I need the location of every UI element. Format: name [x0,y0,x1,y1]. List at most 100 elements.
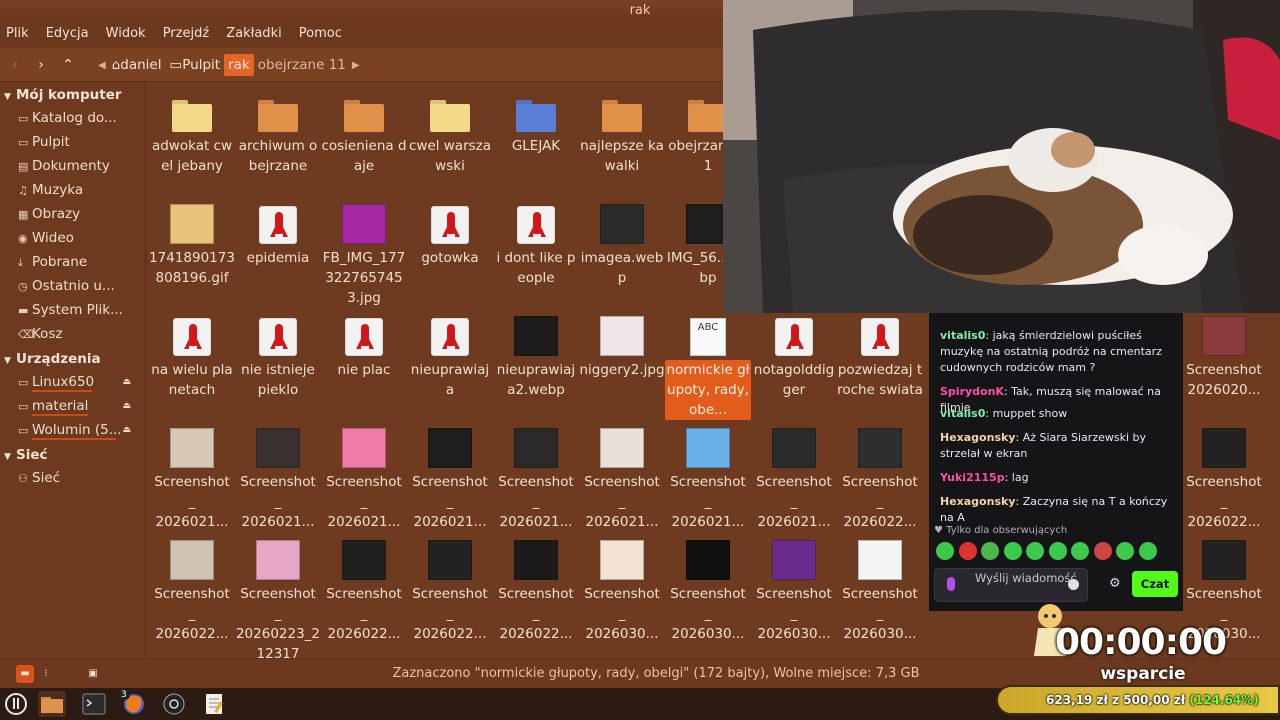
menu-plik[interactable]: Plik [0,22,35,41]
text-editor-icon[interactable] [200,691,228,717]
file-item[interactable]: epidemia [235,200,321,268]
screenshot-file-item[interactable]: Screenshot _ 2026030... [665,536,751,644]
emote-icon[interactable] [1116,542,1134,560]
file-item[interactable]: ABC normickie głupoty, rady, obe... [665,312,751,420]
breadcrumb-right-arrow-icon[interactable]: ▶ [350,60,362,71]
screenshot-file-item[interactable]: Screenshot _ 2026021... [665,424,751,532]
file-item[interactable]: imagea.webp [579,200,665,288]
emote-icon[interactable] [1026,542,1044,560]
screenshot-file-item[interactable]: Screenshot _ 2026021... [493,424,579,532]
emote-icon[interactable] [1071,542,1089,560]
screenshot-file-item[interactable]: Screenshot _ 2026030... [579,536,665,644]
file-item[interactable]: Screenshot 2026020... [1181,312,1267,400]
chat-username[interactable]: vitalis0 [940,407,985,420]
emote-icon[interactable] [1003,542,1022,560]
file-item[interactable]: 1741890173808196.gif [149,200,235,288]
breadcrumb-left-arrow-icon[interactable]: ◀ [96,60,108,71]
sidebar-item[interactable]: ◉ Wideo [0,226,145,250]
file-item[interactable]: nieuprawiaja2.webp [493,312,579,400]
screenshot-file-item[interactable]: Screenshot _ 2026030... [751,536,837,644]
file-item[interactable]: nie istnieje pieklo [235,312,321,400]
breadcrumb-rak[interactable]: rak [224,54,254,76]
files-app-icon[interactable] [38,691,66,717]
sidebar-item[interactable]: ▭ Katalog do... [0,106,145,130]
sidebar-header-devices[interactable]: ▼ Urządzenia [0,346,145,370]
emote-icon[interactable] [1138,542,1157,560]
file-item[interactable]: nie plac [321,312,407,380]
eject-icon[interactable]: ⏏ [122,370,131,394]
emote-icon[interactable] [958,542,977,560]
sidebar-item[interactable]: ♫ Muzyka [0,178,145,202]
folder-item[interactable]: cwel warszawski [407,88,493,176]
chat-username[interactable]: Hexagonsky [940,431,1015,444]
microphone-icon[interactable] [947,577,955,591]
chat-input[interactable]: Wyślij wiadomość [934,568,1088,602]
emote-icon[interactable] [936,542,954,560]
screenshot-file-item[interactable]: Screenshot _ 2026022... [837,424,923,532]
menu-edycja[interactable]: Edycja [40,22,95,41]
sidebar-item[interactable]: ⌫Kosz [0,322,145,346]
emoji-icon[interactable] [1068,579,1079,590]
sidebar-item[interactable]: ⤓ Pobrane [0,250,145,274]
folder-item[interactable]: archiwum obejrzane [235,88,321,176]
screenshot-file-item[interactable]: Screenshot _ 20260223_212317 [235,536,321,658]
file-item[interactable]: na wielu planetach [149,312,235,400]
screenshot-file-item[interactable]: Screenshot _ 2026022... [407,536,493,644]
folder-item[interactable]: adwokat cwel jebany [149,88,235,176]
chat-username[interactable]: Hexagonsky [940,495,1015,508]
sidebar-item[interactable]: ▤ Dokumenty [0,154,145,178]
screenshot-file-item[interactable]: Screenshot _ 2026021... [321,424,407,532]
sidebar-item[interactable]: ▭ material ⏏ [0,394,145,418]
file-item[interactable]: i dont like people [493,200,579,288]
obs-icon[interactable] [160,691,188,717]
terminal-icon[interactable] [80,691,108,717]
folder-item[interactable]: cosieniena daje [321,88,407,176]
file-item[interactable]: pozwiedzaj troche swiata [837,312,923,400]
up-button[interactable]: ⌃ [57,55,79,75]
sidebar-item[interactable]: ▭ Wolumin (5... ⏏ [0,418,145,442]
file-item[interactable]: nieuprawiaja [407,312,493,400]
screenshot-file-item[interactable]: Screenshot _ 2026030... [837,536,923,644]
chat-username[interactable]: vitalis0 [940,329,985,342]
breadcrumb-obejrzane[interactable]: obejrzane 11 [254,54,350,76]
menu-zakladki[interactable]: Zakładki [220,22,287,41]
screenshot-file-item[interactable]: Screenshot _ 2026022... [321,536,407,644]
screenshot-file-item[interactable]: Screenshot _ 2026021... [149,424,235,532]
sidebar-item[interactable]: ▭ Pulpit [0,130,145,154]
sidebar-item[interactable]: ▭ Linux650 ⏏ [0,370,145,394]
folder-item[interactable]: najlepsze kawalki [579,88,665,176]
emote-icon[interactable] [1048,542,1067,560]
screenshot-file-item[interactable]: Screenshot _ 2026022... [149,536,235,644]
emote-icon[interactable] [981,542,999,560]
screenshot-file-item[interactable]: Screenshot _ 2026021... [751,424,837,532]
sidebar-header-network[interactable]: ▼ Sieć [0,442,145,466]
back-button[interactable]: ‹ [4,55,26,75]
file-item[interactable]: notagolddigger [751,312,837,400]
menu-przejdz[interactable]: Przejdź [157,22,215,41]
menu-pomoc[interactable]: Pomoc [293,22,348,41]
sidebar-item[interactable]: ◷ Ostatnio u... [0,274,145,298]
sidebar-item[interactable]: ⚇ Sieć [0,466,145,490]
file-item[interactable]: gotowka [407,200,493,268]
screenshot-file-item[interactable]: Screenshot _ 2026022... [493,536,579,644]
sidebar-item[interactable]: ▦ Obrazy [0,202,145,226]
folder-item[interactable]: GLEJAK [493,88,579,156]
sidebar-header-computer[interactable]: ▼ Mój komputer [0,82,145,106]
eject-icon[interactable]: ⏏ [122,394,131,418]
screenshot-file-item[interactable]: Screenshot _ 2026021... [407,424,493,532]
send-chat-button[interactable]: Czat [1132,571,1178,597]
eject-icon[interactable]: ⏏ [122,418,131,442]
forward-button[interactable]: › [30,55,52,75]
file-item[interactable]: niggery2.jpg [579,312,665,380]
menu-widok[interactable]: Widok [100,22,152,41]
chat-username[interactable]: Yuki2115p [940,471,1005,484]
screenshot-file-item[interactable]: Screenshot _ 2026021... [235,424,321,532]
emote-icon[interactable] [1093,542,1112,560]
file-item[interactable]: FB_IMG_1773227657453.jpg [321,200,407,308]
chat-username[interactable]: SpirydonK [940,385,1004,398]
gear-icon[interactable]: ⚙ [1109,576,1121,591]
breadcrumb-pulpit[interactable]: ▭Pulpit [166,54,225,76]
screenshot-file-item[interactable]: Screenshot _ 2026022... [1181,424,1267,532]
screenshot-file-item[interactable]: Screenshot _ 2026021... [579,424,665,532]
menu-launcher-icon[interactable] [2,691,30,717]
